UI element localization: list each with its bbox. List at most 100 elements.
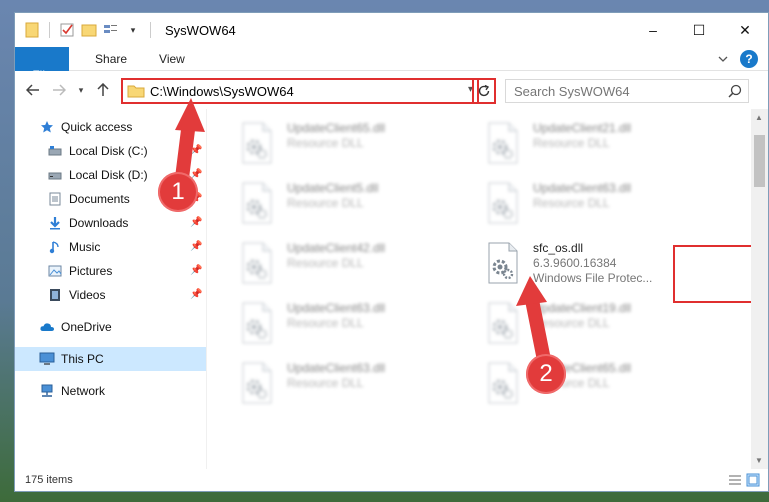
sidebar-item-this-pc[interactable]: This PC: [15, 347, 206, 371]
pin-icon[interactable]: 📌: [190, 217, 202, 229]
music-icon: [47, 239, 63, 255]
file-item[interactable]: UpdateClient63.dll Resource DLL: [235, 357, 475, 413]
file-item[interactable]: UpdateClient63.dll Resource DLL: [481, 177, 721, 233]
file-text: UpdateClient21.dll Resource DLL: [533, 121, 631, 173]
address-bar[interactable]: C:\Windows\SysWOW64 ▾: [121, 78, 479, 104]
up-arrow-icon[interactable]: [93, 80, 113, 100]
file-type: Resource DLL: [287, 376, 364, 390]
title-bar: ▾ SysWOW64 – ☐ ✕: [15, 13, 768, 47]
file-text: UpdateClient19.dll Resource DLL: [533, 301, 631, 353]
search-input[interactable]: [514, 83, 714, 99]
file-type: Resource DLL: [287, 136, 364, 150]
sidebar-item-label: Pictures: [69, 264, 113, 278]
help-button[interactable]: ?: [740, 50, 758, 68]
tab-share[interactable]: Share: [79, 47, 143, 70]
dll-file-icon: [239, 181, 279, 225]
dll-file-icon: [485, 301, 525, 345]
navigation-pane: Quick access Local Disk (C:) 📌 Local Dis…: [15, 109, 207, 469]
file-name: UpdateClient63.dll: [287, 301, 386, 315]
address-row: ▾ C:\Windows\SysWOW64 ▾: [15, 71, 768, 109]
pin-icon[interactable]: 📌: [190, 289, 202, 301]
sidebar-item-label: Videos: [69, 288, 106, 302]
explorer-window: ▾ SysWOW64 – ☐ ✕ File Home Share View ? …: [14, 12, 769, 492]
scroll-up-icon[interactable]: ▲: [755, 113, 763, 122]
file-description: Windows File Protec...: [533, 271, 653, 285]
file-item[interactable]: UpdateClient5.dll Resource DLL: [235, 177, 475, 233]
search-box[interactable]: [505, 79, 749, 103]
large-icons-view-icon[interactable]: [746, 473, 760, 487]
refresh-icon: [478, 84, 490, 97]
sidebar-item-onedrive[interactable]: OneDrive: [15, 315, 206, 339]
customize-icon[interactable]: [102, 21, 120, 39]
file-text: sfc_os.dll 6.3.9600.16384 Windows File Pro…: [533, 241, 652, 293]
sidebar-item-label: Documents: [69, 192, 130, 206]
view-switcher: [728, 473, 760, 487]
chevron-down-icon[interactable]: ▾: [124, 21, 142, 39]
sidebar-item-network[interactable]: Network: [15, 379, 206, 403]
file-name: UpdateClient65.dll: [287, 121, 386, 135]
computer-icon: [39, 351, 55, 367]
sidebar-item-downloads[interactable]: Downloads 📌: [15, 211, 206, 235]
dll-file-icon: [485, 121, 525, 165]
file-name: sfc_os.dll: [533, 241, 584, 255]
maximize-button[interactable]: ☐: [676, 13, 722, 47]
sidebar-item-label: Local Disk (C:): [69, 144, 148, 158]
file-type: Resource DLL: [287, 316, 364, 330]
file-item[interactable]: UpdateClient63.dll Resource DLL: [235, 297, 475, 353]
quick-access-toolbar: ▾: [15, 13, 155, 47]
window-controls: – ☐ ✕: [630, 13, 768, 47]
close-button[interactable]: ✕: [722, 13, 768, 47]
download-icon: [47, 215, 63, 231]
file-item[interactable]: UpdateClient21.dll Resource DLL: [481, 117, 721, 173]
file-name: UpdateClient63.dll: [533, 181, 632, 195]
file-type: Resource DLL: [287, 256, 364, 270]
recent-chevron-icon[interactable]: ▾: [71, 80, 91, 100]
drive-icon: [47, 143, 63, 159]
file-text: UpdateClient65.dll Resource DLL: [287, 121, 385, 173]
pin-icon[interactable]: 📌: [190, 265, 202, 277]
drive-icon: [47, 167, 63, 183]
scrollbar-thumb[interactable]: [754, 135, 765, 187]
sidebar-item-local-disk-c[interactable]: Local Disk (C:) 📌: [15, 139, 206, 163]
address-path[interactable]: C:\Windows\SysWOW64: [150, 84, 294, 99]
scroll-down-icon[interactable]: ▼: [755, 456, 763, 465]
pin-icon[interactable]: 📌: [190, 241, 202, 253]
sidebar-item-music[interactable]: Music 📌: [15, 235, 206, 259]
new-folder-icon[interactable]: [80, 21, 98, 39]
ribbon-tabs: File Home Share View ?: [15, 47, 768, 103]
file-item[interactable]: UpdateClient65.dll Resource DLL: [235, 117, 475, 173]
sidebar-item-label: Local Disk (D:): [69, 168, 148, 182]
file-item[interactable]: UpdateClient19.dll Resource DLL: [481, 297, 721, 353]
forward-arrow-icon[interactable]: [49, 80, 69, 100]
sidebar-item-label: This PC: [61, 352, 104, 366]
file-name: UpdateClient63.dll: [287, 361, 386, 375]
expand-ribbon-icon[interactable]: [716, 52, 730, 66]
minimize-button[interactable]: –: [630, 13, 676, 47]
file-text: UpdateClient63.dll Resource DLL: [287, 361, 385, 413]
network-icon: [39, 383, 55, 399]
window-title: SysWOW64: [165, 22, 236, 38]
file-list: UpdateClient65.dll Resource DLL UpdateClie…: [207, 109, 768, 469]
file-version: 6.3.9600.16384: [533, 256, 617, 270]
details-view-icon[interactable]: [728, 473, 742, 487]
sidebar-item-videos[interactable]: Videos 📌: [15, 283, 206, 307]
pin-icon[interactable]: 📌: [190, 145, 202, 157]
properties-icon[interactable]: [58, 21, 76, 39]
sidebar-item-pictures[interactable]: Pictures 📌: [15, 259, 206, 283]
sidebar-item-label: Quick access: [61, 120, 133, 134]
file-item[interactable]: UpdateClient42.dll Resource DLL: [235, 237, 475, 293]
dll-file-icon: [485, 181, 525, 225]
vertical-scrollbar[interactable]: ▲ ▼: [751, 109, 768, 469]
search-icon[interactable]: [728, 84, 742, 98]
back-arrow-icon[interactable]: [23, 80, 43, 100]
sidebar-item-label: Downloads: [69, 216, 129, 230]
sidebar-item-quick-access[interactable]: Quick access: [15, 115, 206, 139]
folder-icon: [127, 84, 145, 98]
refresh-button[interactable]: [472, 78, 496, 104]
file-item[interactable]: UpdateClient65.dll Resource DLL: [481, 357, 721, 413]
file-text: UpdateClient42.dll Resource DLL: [287, 241, 385, 293]
dll-file-icon: [239, 121, 279, 165]
dll-file-icon: [239, 361, 279, 405]
divider: [15, 371, 206, 379]
tab-view[interactable]: View: [143, 47, 201, 70]
